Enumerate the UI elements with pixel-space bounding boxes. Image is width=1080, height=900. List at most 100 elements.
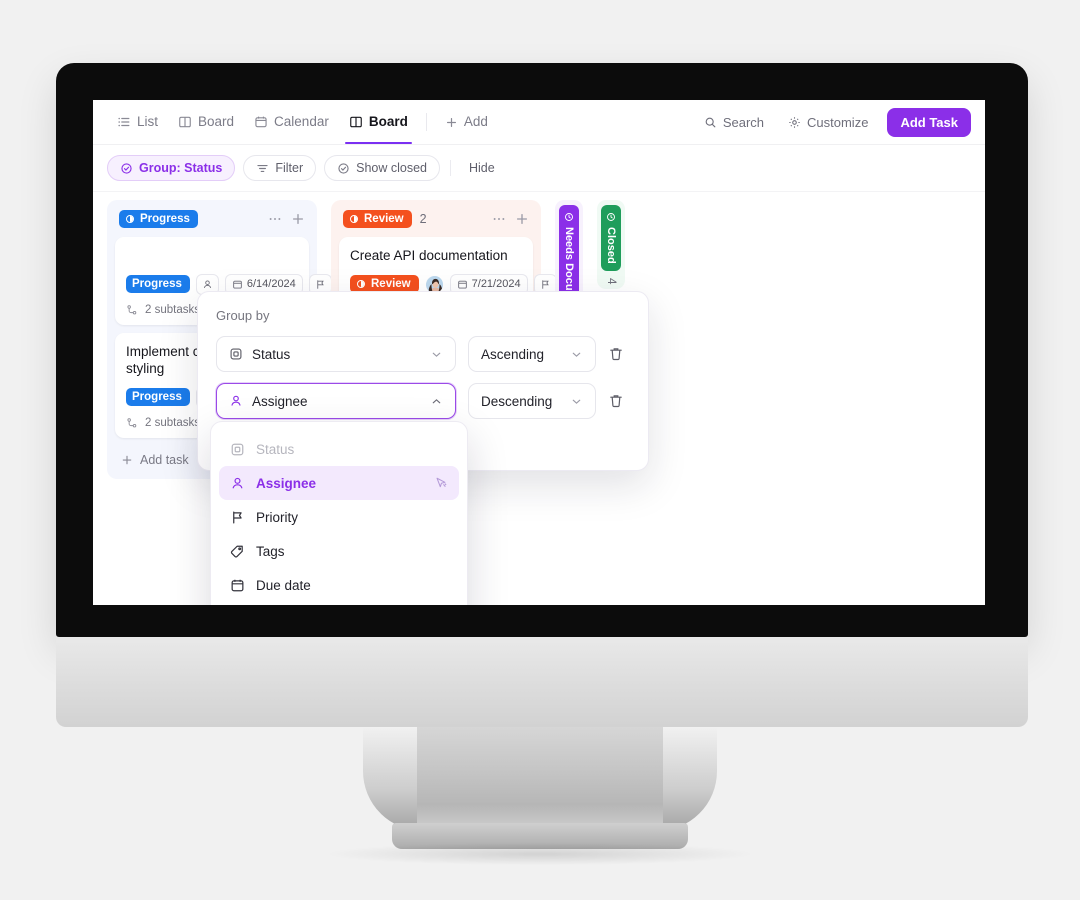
column-count: 2 [419, 212, 427, 226]
view-tab-label: Board [368, 114, 408, 130]
group-by-order-label: Ascending [481, 346, 545, 362]
subtask-count-label: 2 subtasks [145, 416, 200, 429]
customize-button[interactable]: Customize [779, 109, 877, 136]
status-badge-label: Progress [140, 213, 190, 225]
task-card-title [126, 248, 298, 265]
due-date-label: 6/14/2024 [246, 278, 296, 291]
check-circle-icon [120, 162, 133, 175]
menu-item-assignee[interactable]: Assignee [219, 466, 459, 500]
monitor-stand-neck [390, 727, 663, 831]
subtask-icon [126, 417, 138, 429]
hide-chip-label: Hide [469, 161, 495, 175]
stand-flare-right [657, 727, 717, 831]
monitor-chin [56, 637, 1028, 727]
view-tab-calendar[interactable]: Calendar [244, 100, 339, 144]
tag-icon [230, 544, 245, 559]
search-button[interactable]: Search [695, 109, 773, 136]
group-by-row: Assignee Descending [216, 383, 630, 419]
view-tab-label: Calendar [274, 114, 329, 130]
chevron-down-icon [570, 395, 583, 408]
show-closed-chip[interactable]: Show closed [324, 155, 440, 181]
status-icon [229, 347, 243, 361]
chevron-down-icon [570, 348, 583, 361]
calendar-icon [254, 115, 268, 129]
person-icon [229, 394, 243, 408]
column-actions [492, 212, 529, 226]
menu-item-label: Tags [256, 543, 285, 559]
view-tab-label: Board [198, 114, 235, 130]
hide-chip[interactable]: Hide [461, 156, 503, 180]
view-tab-label: List [137, 114, 159, 130]
task-card-title: Create API documentation [350, 248, 508, 263]
filter-bar: Group: Status Filter Show closed Hide [93, 145, 985, 192]
plus-icon [445, 116, 458, 129]
status-icon [230, 442, 245, 457]
filter-icon [256, 162, 269, 175]
group-by-field-label: Assignee [252, 393, 308, 409]
column-header: Review 2 [339, 208, 533, 237]
status-badge[interactable]: Progress [126, 275, 190, 294]
progress-icon [125, 214, 135, 224]
app-screen: List Board Calendar Board Add Search Cus… [93, 100, 985, 605]
group-status-chip-label: Group: Status [139, 161, 223, 175]
more-icon[interactable] [268, 212, 282, 226]
status-badge-label: Progress [132, 391, 182, 404]
delete-group-rule-button[interactable] [608, 346, 624, 362]
group-by-order-label: Descending [481, 393, 553, 409]
view-tab-bar: List Board Calendar Board Add Search Cus… [93, 100, 985, 145]
group-by-field-label: Status [252, 346, 291, 362]
plus-icon[interactable] [515, 212, 529, 226]
group-by-order-select-descending[interactable]: Descending [468, 383, 596, 419]
delete-group-rule-button[interactable] [608, 393, 624, 409]
view-tab-board-1[interactable]: Board [168, 100, 244, 144]
calendar-icon [230, 578, 245, 593]
menu-item-label: Status [256, 441, 295, 457]
menu-item-status: Status [219, 432, 459, 466]
column-actions [268, 212, 305, 226]
view-bar-right-group: Search Customize Add Task [695, 107, 971, 137]
menu-item-task-type[interactable]: Task type [219, 602, 459, 605]
group-by-dropdown-menu: Status Assignee Priority Tags Due date [210, 421, 468, 605]
add-task-row-label: Add task [140, 452, 189, 467]
status-badge: Review [343, 210, 412, 228]
filter-chip-label: Filter [275, 161, 304, 175]
board-icon [349, 115, 363, 129]
plus-icon[interactable] [291, 212, 305, 226]
group-by-field-select-assignee[interactable]: Assignee [216, 383, 456, 419]
clock-icon [606, 212, 616, 222]
desktop-scene: List Board Calendar Board Add Search Cus… [0, 0, 1080, 900]
menu-item-label: Priority [256, 509, 299, 525]
group-by-row: Status Ascending [216, 336, 630, 372]
check-circle-icon [337, 162, 350, 175]
menu-item-due-date[interactable]: Due date [219, 568, 459, 602]
due-date-label: 7/21/2024 [471, 278, 521, 291]
add-view-button[interactable]: Add [435, 100, 498, 144]
menu-item-label: Assignee [256, 475, 317, 491]
search-icon [704, 116, 717, 129]
more-icon[interactable] [492, 212, 506, 226]
filter-chip[interactable]: Filter [243, 155, 317, 181]
person-icon [230, 476, 245, 491]
status-badge: Closed [601, 205, 621, 271]
view-tab-board-active[interactable]: Board [339, 100, 418, 144]
status-badge-label: Closed [605, 227, 617, 264]
column-header: Progress [115, 208, 309, 237]
list-icon [117, 115, 131, 129]
chevron-up-icon [430, 395, 443, 408]
board-icon [178, 115, 192, 129]
group-by-order-select-ascending[interactable]: Ascending [468, 336, 596, 372]
add-task-button[interactable]: Add Task [887, 107, 971, 137]
group-by-field-select-status[interactable]: Status [216, 336, 456, 372]
group-status-chip[interactable]: Group: Status [107, 155, 236, 181]
menu-item-tags[interactable]: Tags [219, 534, 459, 568]
status-badge[interactable]: Progress [126, 388, 190, 407]
customize-label: Customize [807, 114, 869, 130]
status-badge-label: Review [364, 213, 404, 225]
menu-item-priority[interactable]: Priority [219, 500, 459, 534]
search-label: Search [722, 114, 765, 130]
show-closed-chip-label: Show closed [356, 161, 427, 175]
subtask-icon [126, 304, 138, 316]
board-column-closed[interactable]: Closed 4 [597, 200, 625, 290]
chevron-down-icon [430, 348, 443, 361]
view-tab-list[interactable]: List [107, 100, 168, 144]
